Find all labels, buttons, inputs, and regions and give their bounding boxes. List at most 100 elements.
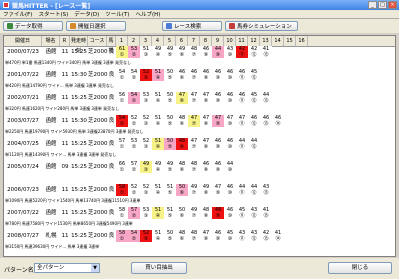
horse-index-cell[interactable]: 46 ⑥ — [176, 69, 188, 81]
horse-index-cell[interactable]: 48 ⑥ — [176, 230, 188, 242]
horse-index-cell[interactable]: 46 ⑬ — [260, 115, 272, 127]
horse-index-cell[interactable]: 54 ② — [128, 69, 140, 81]
horse-index-cell[interactable]: 51 ⑤ — [164, 184, 176, 196]
horse-index-cell[interactable]: 49 ⑤ — [164, 161, 176, 173]
horse-index-cell[interactable]: 48 ⑦ — [188, 230, 200, 242]
horse-index-cell[interactable]: 58 ① — [116, 207, 128, 219]
horse-index-cell[interactable]: 54 ② — [128, 92, 140, 104]
horse-index-cell[interactable]: 46 ⑩ — [224, 207, 236, 219]
horse-index-cell[interactable]: 58 ① — [116, 230, 128, 242]
horse-index-cell[interactable]: 46 ⑩ — [224, 92, 236, 104]
horse-index-cell[interactable]: 48 ⑧ — [200, 207, 212, 219]
menu-help[interactable]: ヘルプ(H) — [132, 10, 163, 18]
horse-index-cell[interactable]: 47 ⑨ — [212, 115, 224, 127]
horse-index-cell[interactable]: 51 ④ — [152, 69, 164, 81]
column-header[interactable]: 12 — [248, 36, 260, 46]
horse-index-cell[interactable]: 47 ⑪ — [236, 115, 248, 127]
horse-index-cell[interactable]: 52 ② — [128, 115, 140, 127]
column-header[interactable]: 9 — [212, 36, 224, 46]
data-fetch-button[interactable]: データ取得 — [3, 21, 63, 31]
race-row[interactable]: 2003/07/27 函館 11 15:30 芝2000 良 54 ① 52 ② 52 ③ 51 ④ 50 ⑤… — [4, 115, 395, 136]
horse-index-cell[interactable]: 43 ⑬ — [260, 184, 272, 196]
horse-index-cell[interactable]: 46 ⑦ — [188, 69, 200, 81]
horse-index-cell[interactable]: 44 ⑪ — [236, 184, 248, 196]
horse-index-cell[interactable]: 49 ④ — [152, 46, 164, 58]
horse-index-cell[interactable]: 51 ④ — [152, 230, 164, 242]
race-list-grid[interactable]: 開催日 場名 R 発走時刻 コース 馬場 1 2 3 4 5 6 7 8 9 10 11 12 13 14 15 16 2… — [3, 35, 396, 257]
column-header[interactable]: 16 — [296, 36, 308, 46]
horse-index-cell[interactable]: 45 ⑫ — [248, 69, 260, 81]
horse-index-cell[interactable]: 48 ⑦ — [188, 46, 200, 58]
horse-index-cell[interactable]: 44 ⑩ — [224, 161, 236, 173]
horse-index-cell[interactable]: 50 ⑤ — [164, 69, 176, 81]
horse-index-cell[interactable]: 45 ⑫ — [248, 92, 260, 104]
horse-index-cell[interactable]: 42 ⑬ — [260, 230, 272, 242]
column-header[interactable]: 6 — [176, 36, 188, 46]
horse-index-cell[interactable]: 44 ⑫ — [248, 138, 260, 150]
horse-index-cell[interactable]: 57 ① — [116, 138, 128, 150]
horse-index-cell[interactable]: 53 ③ — [140, 207, 152, 219]
column-header[interactable]: コース — [88, 36, 107, 46]
menu-data[interactable]: データ(D) — [71, 10, 102, 18]
horse-index-cell[interactable]: 44 ⑪ — [236, 138, 248, 150]
horse-index-cell[interactable]: 47 ⑧ — [200, 138, 212, 150]
column-header[interactable]: 15 — [284, 36, 296, 46]
minimize-button[interactable]: _ — [368, 1, 377, 9]
horse-index-cell[interactable]: 52 ② — [128, 184, 140, 196]
horse-index-cell[interactable]: 51 ④ — [152, 207, 164, 219]
horse-index-cell[interactable]: 48 ⑥ — [176, 161, 188, 173]
column-header[interactable]: 11 — [236, 36, 248, 46]
horse-index-cell[interactable]: 46 ⑨ — [212, 92, 224, 104]
race-row[interactable]: 2005/07/24 函館 09 15:25 芝2000 良 66 ① 57 ② 49 ③ 49 ④ 49 ⑤… — [4, 161, 395, 182]
horse-index-cell[interactable]: 50 ⑤ — [164, 92, 176, 104]
race-row[interactable]: 2006/07/23 函館 11 15:25 芝2000 良 58 ① 52 ② 52 ③ 51 ④ 51 ⑤… — [4, 184, 395, 205]
horse-index-cell[interactable]: 47 ⑧ — [200, 115, 212, 127]
race-row[interactable]: 2002/07/21 函館 11 15:25 芝2000 良 56 ① 54 ② 53 ③ 51 ④ 50 ⑤… — [4, 92, 395, 113]
horse-index-cell[interactable]: 57 ② — [128, 161, 140, 173]
horse-index-cell[interactable]: 44 ⑫ — [248, 184, 260, 196]
horse-index-cell[interactable]: 41 ⑬ — [260, 46, 272, 58]
column-header[interactable]: 8 — [200, 36, 212, 46]
horse-index-cell[interactable]: 51 ③ — [140, 46, 152, 58]
horse-index-cell[interactable]: 52 ③ — [140, 69, 152, 81]
column-header[interactable]: 場名 — [42, 36, 60, 46]
horse-index-cell[interactable]: 50 ⑤ — [164, 230, 176, 242]
horse-index-cell[interactable]: 48 ⑦ — [188, 161, 200, 173]
horse-index-cell[interactable]: 44 ⑨ — [212, 46, 224, 58]
horse-index-cell[interactable]: 45 ⑩ — [224, 230, 236, 242]
race-search-button[interactable]: レース検索 — [162, 21, 222, 31]
horse-index-cell[interactable]: 50 ⑥ — [176, 207, 188, 219]
horse-index-cell[interactable]: 48 ⑥ — [176, 138, 188, 150]
column-header[interactable]: 発走時刻 — [70, 36, 88, 54]
horse-index-cell[interactable]: 46 ⑧ — [200, 46, 212, 58]
horse-index-cell[interactable]: 51 ⑤ — [164, 207, 176, 219]
horse-index-cell[interactable]: 45 ⑪ — [236, 207, 248, 219]
horse-index-cell[interactable]: 47 ⑩ — [224, 115, 236, 127]
horse-index-cell[interactable]: 44 ⑬ — [260, 92, 272, 104]
horse-index-cell[interactable]: 46 ⑨ — [212, 161, 224, 173]
horse-index-cell[interactable]: 53 ② — [128, 138, 140, 150]
race-row[interactable]: 2008/07/27 札幌 11 15:25 芝2000 良 58 ① 54 ② 52 ③ 51 ④ 50 ⑤… — [4, 230, 395, 251]
horse-index-cell[interactable]: 49 ⑤ — [164, 46, 176, 58]
horse-index-cell[interactable]: 49 ⑦ — [188, 184, 200, 196]
horse-index-cell[interactable]: 47 ⑦ — [188, 138, 200, 150]
horse-index-cell[interactable]: 50 ⑤ — [164, 115, 176, 127]
horse-index-cell[interactable]: 50 ⑥ — [176, 184, 188, 196]
horse-index-cell[interactable]: 53 ② — [128, 46, 140, 58]
column-header[interactable]: 4 — [152, 36, 164, 46]
horse-index-cell[interactable]: 46 ⑪ — [236, 69, 248, 81]
horse-index-cell[interactable]: 47 ⑥ — [176, 92, 188, 104]
horse-index-cell[interactable]: 42 ⑪ — [236, 46, 248, 58]
horse-index-cell[interactable]: 41 ⑭ — [272, 230, 284, 242]
horse-index-cell[interactable]: 46 ⑨ — [212, 138, 224, 150]
close-window-button[interactable]: × — [388, 1, 397, 9]
maximize-button[interactable]: □ — [378, 1, 387, 9]
open-day-button[interactable]: 開催日選択 — [66, 21, 126, 31]
horse-index-cell[interactable]: 46 ⑭ — [272, 115, 284, 127]
horse-index-cell[interactable]: 58 ① — [116, 184, 128, 196]
horse-index-cell[interactable]: 46 ⑧ — [200, 69, 212, 81]
horse-index-cell[interactable]: 46 ⑩ — [224, 184, 236, 196]
menu-file[interactable]: ファイル(F) — [0, 10, 35, 18]
race-row[interactable]: 2007/07/22 函館 11 15:25 芝2000 良 58 ① 57 ② 53 ③ 51 ④ 51 ⑤… — [4, 207, 395, 228]
menu-start[interactable]: スタート(S) — [35, 10, 71, 18]
